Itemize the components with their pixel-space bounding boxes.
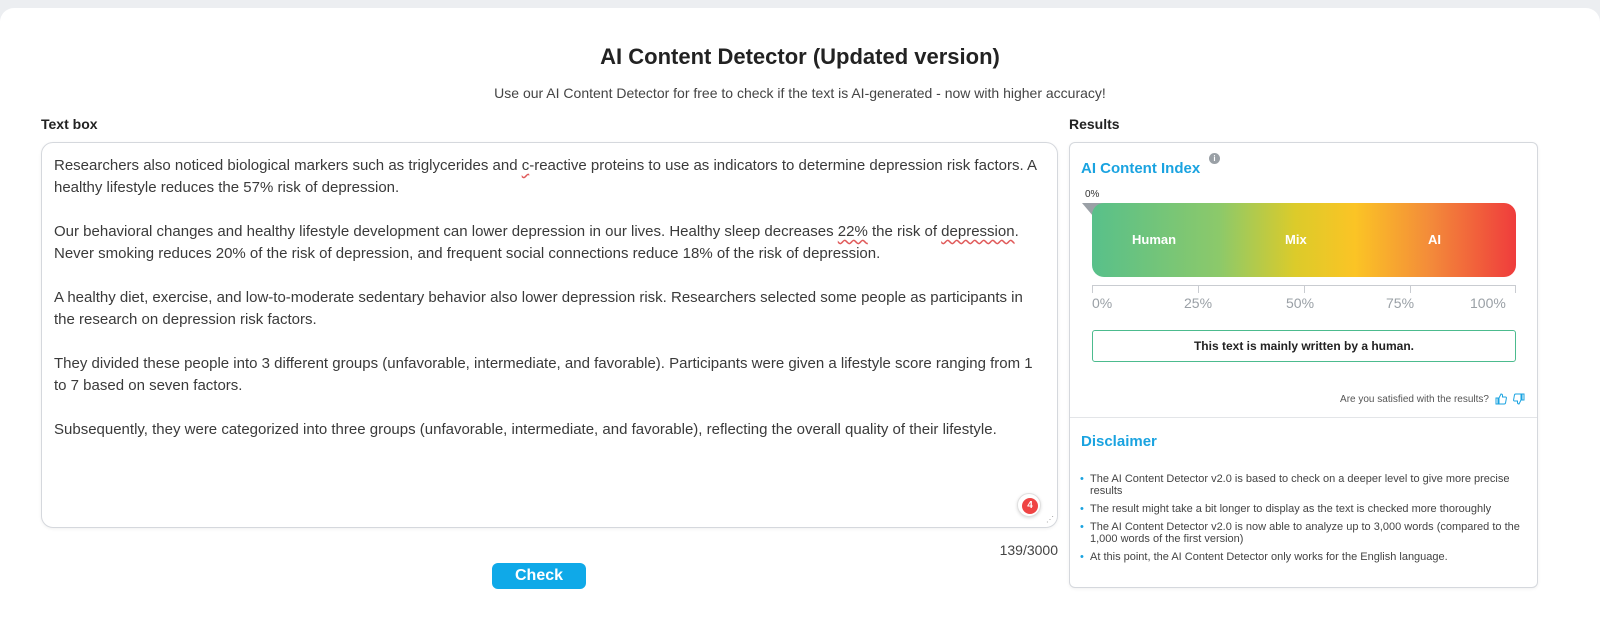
scale-tick — [1304, 286, 1305, 293]
gauge-scale — [1092, 285, 1516, 293]
feedback-row: Are you satisfied with the results? — [1340, 393, 1525, 405]
results-label: Results — [1069, 116, 1120, 132]
gauge-label-ai: AI — [1428, 232, 1441, 247]
verdict-box: This text is mainly written by a human. — [1092, 330, 1516, 362]
gauge-pointer-value: 0% — [1085, 189, 1100, 200]
grammar-checker-button[interactable]: 4 — [1017, 493, 1041, 517]
scale-tick — [1092, 286, 1093, 293]
scale-tick — [1410, 286, 1411, 293]
scale-tick — [1515, 286, 1516, 293]
feedback-question: Are you satisfied with the results? — [1340, 393, 1489, 405]
resize-grip-icon[interactable]: ⋰ — [1046, 516, 1054, 524]
check-button[interactable]: Check — [492, 563, 586, 589]
ai-content-index-title: AI Content Index — [1081, 160, 1201, 177]
paragraph-4: They divided these people into 3 differe… — [54, 355, 1033, 394]
disclaimer-item: The AI Content Detector v2.0 is now able… — [1080, 521, 1530, 545]
scale-label-0: 0% — [1092, 295, 1113, 311]
text-input-area[interactable]: Researchers also noticed biological mark… — [41, 142, 1058, 528]
disclaimer-list: The AI Content Detector v2.0 is based to… — [1080, 473, 1530, 569]
textbox-label: Text box — [41, 116, 98, 132]
gauge-label-human: Human — [1132, 232, 1177, 247]
thumbs-up-icon[interactable] — [1495, 393, 1507, 405]
word-count: 139/3000 — [999, 542, 1058, 558]
paragraph-3: A healthy diet, exercise, and low-to-mod… — [54, 289, 1023, 328]
page-subtitle: Use our AI Content Detector for free to … — [494, 85, 1106, 101]
grammar-issue-count: 4 — [1022, 498, 1038, 514]
disclaimer-item: The AI Content Detector v2.0 is based to… — [1080, 473, 1530, 497]
disclaimer-item: At this point, the AI Content Detector o… — [1080, 551, 1530, 563]
spelling-flag: 22% — [837, 223, 868, 240]
gauge-label-mix: Mix — [1285, 232, 1307, 247]
page-title: AI Content Detector (Updated version) — [600, 44, 1000, 69]
ai-index-gauge: Human Mix AI — [1092, 203, 1516, 277]
disclaimer-title: Disclaimer — [1081, 433, 1157, 450]
scale-label-75: 75% — [1386, 295, 1415, 311]
spelling-flag: depression — [941, 223, 1015, 240]
paragraph-1: Researchers also noticed biological mark… — [54, 157, 1037, 196]
scale-label-100: 100% — [1470, 295, 1506, 311]
scale-label-50: 50% — [1286, 295, 1315, 311]
scale-label-25: 25% — [1184, 295, 1213, 311]
paragraph-2: Our behavioral changes and healthy lifes… — [54, 223, 1019, 262]
info-icon[interactable]: i — [1209, 153, 1220, 164]
thumbs-down-icon[interactable] — [1513, 393, 1525, 405]
panel-divider — [1070, 417, 1537, 418]
results-panel: AI Content Index i 0% Human Mix AI 0% 25… — [1069, 142, 1538, 588]
paragraph-5: Subsequently, they were categorized into… — [54, 421, 997, 438]
disclaimer-item: The result might take a bit longer to di… — [1080, 503, 1530, 515]
scale-tick — [1198, 286, 1199, 293]
